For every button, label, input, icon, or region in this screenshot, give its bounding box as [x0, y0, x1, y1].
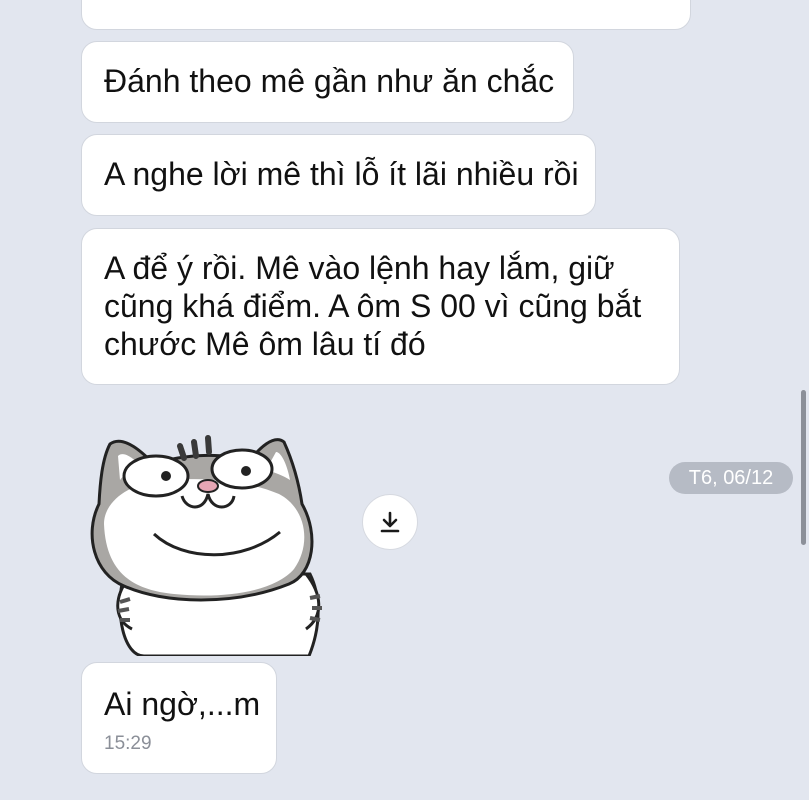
chat-view: Đánh theo mê gần như ăn chắc A nghe lời … [0, 0, 809, 800]
message-bubble[interactable]: A để ý rồi. Mê vào lệnh hay lắm, giữ cũn… [81, 228, 680, 385]
message-bubble-partial[interactable] [81, 0, 691, 30]
cat-sticker-image [90, 435, 322, 658]
download-icon [380, 511, 400, 533]
message-text-line: cũng khá điểm. A ôm S 00 vì cũng bắt [104, 288, 642, 324]
download-button[interactable] [362, 494, 418, 550]
message-timestamp: 15:29 [104, 733, 152, 754]
message-bubble[interactable]: A nghe lời mê thì lỗ ít lãi nhiều rồi [81, 134, 596, 216]
message-text: Ai ngờ,...m [104, 686, 261, 722]
message-text-line: A để ý rồi. Mê vào lệnh hay lắm, giữ [104, 250, 615, 286]
scrollbar-thumb[interactable] [801, 390, 806, 545]
message-text: Đánh theo mê gần như ăn chắc [104, 63, 555, 99]
message-text: A nghe lời mê thì lỗ ít lãi nhiều rồi [104, 156, 579, 192]
message-text-line: chước Mê ôm lâu tí đó [104, 326, 426, 362]
cat-sticker[interactable] [84, 424, 330, 658]
message-bubble[interactable]: Ai ngờ,...m 15:29 [81, 662, 277, 774]
date-separator: T6, 06/12 [669, 462, 793, 494]
message-bubble[interactable]: Đánh theo mê gần như ăn chắc [81, 41, 574, 123]
